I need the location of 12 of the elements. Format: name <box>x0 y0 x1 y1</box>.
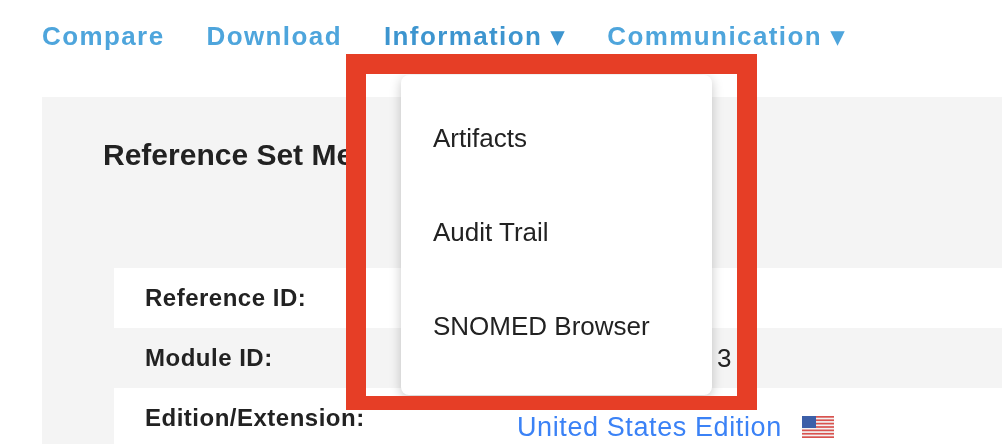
menu-item[interactable]: SNOMED Browser <box>401 310 712 342</box>
field-label: Edition/Extension: <box>145 404 365 431</box>
field-label: Reference ID: <box>145 284 307 311</box>
menu-item[interactable]: Audit Trail <box>401 216 712 248</box>
field-value: 3 <box>716 342 732 374</box>
nav-link[interactable]: Download <box>206 18 342 54</box>
field-link[interactable]: United States Edition <box>517 413 782 441</box>
field-label: Module ID: <box>145 344 273 371</box>
menu-item[interactable]: Artifacts <box>401 122 712 154</box>
nav-menu[interactable]: Information ▾ <box>383 18 566 54</box>
nav-link[interactable]: Compare <box>42 18 165 54</box>
nav-menu[interactable]: Communication ▾ <box>607 18 846 54</box>
